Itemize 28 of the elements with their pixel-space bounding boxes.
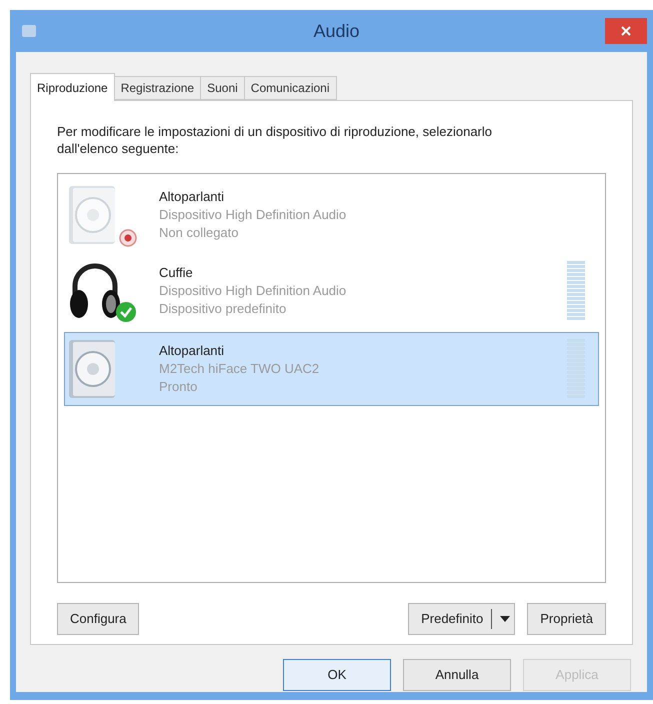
device-name: Altoparlanti bbox=[159, 342, 226, 360]
device-description: M2Tech hiFace TWO UAC2 bbox=[159, 360, 320, 378]
device-status: Pronto bbox=[159, 378, 198, 396]
panel-button[interactable]: Proprietà bbox=[527, 603, 606, 635]
level-meter bbox=[566, 260, 586, 322]
device-description: Dispositivo High Definition Audio bbox=[159, 206, 348, 224]
dialog-button[interactable]: Annulla bbox=[403, 659, 511, 691]
tab[interactable]: Suoni bbox=[200, 76, 245, 100]
device-row[interactable]: Altoparlanti M2Tech hiFace TWO UAC2 Pronto bbox=[64, 332, 599, 406]
device-name: Altoparlanti bbox=[159, 188, 226, 206]
dropdown-arrow-icon bbox=[500, 616, 510, 622]
device-status: Dispositivo predefinito bbox=[159, 300, 288, 318]
default-split-button[interactable]: Predefinito bbox=[408, 603, 516, 635]
dialog-button[interactable]: OK bbox=[283, 659, 391, 691]
device-row[interactable]: Cuffie Dispositivo High Definition Audio Dispositivo predefinito bbox=[64, 256, 599, 326]
device-description: Dispositivo High Definition Audio bbox=[159, 282, 348, 300]
tab[interactable]: Riproduzione bbox=[30, 73, 115, 101]
tab[interactable]: Registrazione bbox=[114, 76, 202, 100]
instructions-text: Per modificare le impostazioni di un dispositivo di riproduzione, selezionarlo dall'elenco seguente: bbox=[57, 123, 493, 157]
device-name: Cuffie bbox=[159, 264, 194, 282]
device-status: Non collegato bbox=[159, 224, 240, 242]
disconnected-icon bbox=[119, 229, 137, 247]
panel-button[interactable]: Configura bbox=[57, 603, 140, 635]
checkmark-icon bbox=[115, 301, 137, 323]
window-title: Audio bbox=[313, 20, 360, 42]
close-icon bbox=[621, 26, 631, 36]
tab[interactable]: Comunicazioni bbox=[244, 76, 336, 100]
close-button[interactable] bbox=[605, 18, 647, 44]
